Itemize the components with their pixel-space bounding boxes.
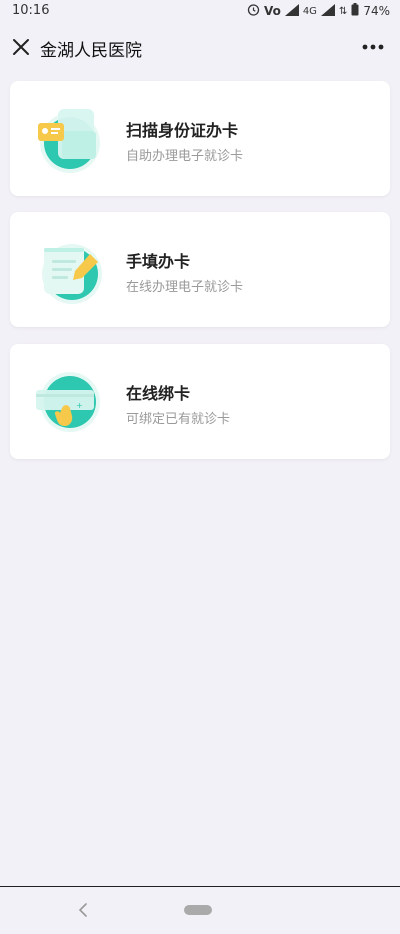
back-button[interactable] (74, 901, 92, 919)
chevron-left-icon (78, 903, 87, 917)
card-title: 扫描身份证办卡 (126, 121, 239, 140)
status-bar: 10:16 Vo 4G ⇅ 74% (0, 0, 400, 22)
close-button[interactable] (10, 36, 32, 58)
page-title: 金湖人民医院 (40, 41, 142, 61)
card-bind-online[interactable]: + 在线绑卡 可绑定已有就诊卡 (10, 344, 390, 459)
system-nav-bar (0, 887, 400, 934)
close-icon (13, 39, 29, 55)
volte-icon: Vo (263, 4, 281, 18)
home-indicator[interactable] (184, 905, 212, 915)
card-title: 手填办卡 (126, 252, 191, 271)
battery-percent: 74% (363, 4, 390, 18)
status-icons: Vo 4G ⇅ 74% (247, 3, 390, 19)
network-type: 4G (302, 5, 317, 17)
id-card-scan-icon (32, 101, 108, 177)
data-arrows-icon: ⇅ (338, 5, 348, 17)
more-dots-icon (362, 44, 384, 50)
card-manual-fill[interactable]: 手填办卡 在线办理电子就诊卡 (10, 212, 390, 327)
card-subtitle: 可绑定已有就诊卡 (126, 412, 231, 427)
alarm-icon (247, 3, 260, 19)
card-title: 在线绑卡 (126, 384, 191, 403)
handwrite-form-icon (32, 232, 108, 308)
status-time: 10:16 (12, 3, 50, 18)
svg-text:+: + (76, 401, 83, 410)
card-subtitle: 在线办理电子就诊卡 (126, 280, 244, 295)
battery-icon (351, 3, 359, 19)
signal-2-icon (320, 3, 335, 19)
signal-icon (284, 3, 299, 19)
bind-card-icon: + (32, 364, 108, 440)
card-scan-id[interactable]: 扫描身份证办卡 自助办理电子就诊卡 (10, 81, 390, 196)
nav-bar: 金湖人民医院 (0, 22, 400, 72)
card-subtitle: 自助办理电子就诊卡 (126, 149, 244, 164)
more-button[interactable] (360, 36, 386, 58)
